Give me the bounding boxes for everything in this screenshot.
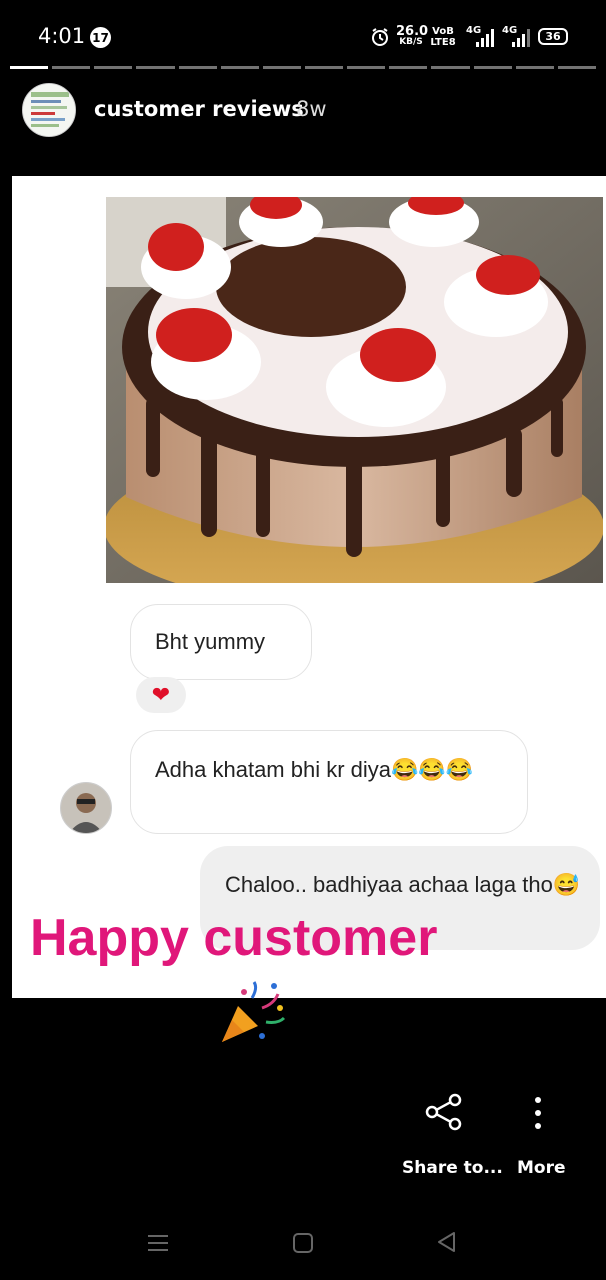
chat-bubble-received: Bht yummy [130,604,312,680]
story-progress-segment [220,66,259,69]
sim2-signal-icon: 4G [502,26,532,48]
story-age: 8w [296,97,327,121]
status-time: 4:01 [38,24,86,48]
cake-photo [106,197,603,583]
story-progress-segment [136,66,175,69]
story-progress-segment [347,66,386,69]
account-avatar[interactable] [22,83,76,137]
more-options-icon[interactable] [528,1094,548,1134]
home-icon[interactable] [293,1233,313,1253]
alarm-icon [372,28,388,46]
battery-icon: 36 [538,28,568,45]
chat-message-text: Bht yummy [155,629,266,654]
volte-top: VoB [432,26,454,37]
story-progress-segment [304,66,344,69]
story-progress-segment [178,66,217,69]
story-progress-segment [473,66,512,69]
chat-message-text: Chaloo.. badhiyaa achaa laga tho😅 [225,872,581,897]
story-caption: Happy customer [30,909,438,967]
story-progress-bar [10,66,596,69]
back-icon[interactable] [436,1231,456,1253]
share-to-button[interactable]: Share to... [402,1158,503,1178]
story-progress-segment [431,66,470,69]
chat-message-text: Adha khatam bhi kr diya😂😂😂 [155,757,474,782]
sim1-signal-icon: 4G [466,26,496,48]
story-progress-segment [262,66,301,69]
story-progress-segment [557,66,596,69]
volte-indicator: VoB LTE8 [430,26,456,48]
heart-reaction-icon: ❤ [136,677,186,713]
notification-count-badge: 17 [90,27,111,48]
volte-bottom: LTE8 [430,37,456,48]
recent-apps-icon[interactable] [148,1234,168,1252]
party-popper-sticker [218,978,290,1046]
story-progress-segment [10,66,49,69]
share-icon[interactable] [424,1092,464,1132]
story-progress-segment [515,66,554,69]
account-name[interactable]: customer reviews [94,97,304,121]
network-speed: 26.0 KB/S [396,25,428,47]
story-progress-segment [52,66,91,69]
sender-avatar [60,782,112,834]
chat-bubble-received: Adha khatam bhi kr diya😂😂😂 [130,730,528,834]
network-speed-unit: KB/S [399,37,423,47]
story-progress-segment [94,66,133,69]
story-progress-segment [389,66,428,69]
more-button[interactable]: More [517,1158,566,1178]
